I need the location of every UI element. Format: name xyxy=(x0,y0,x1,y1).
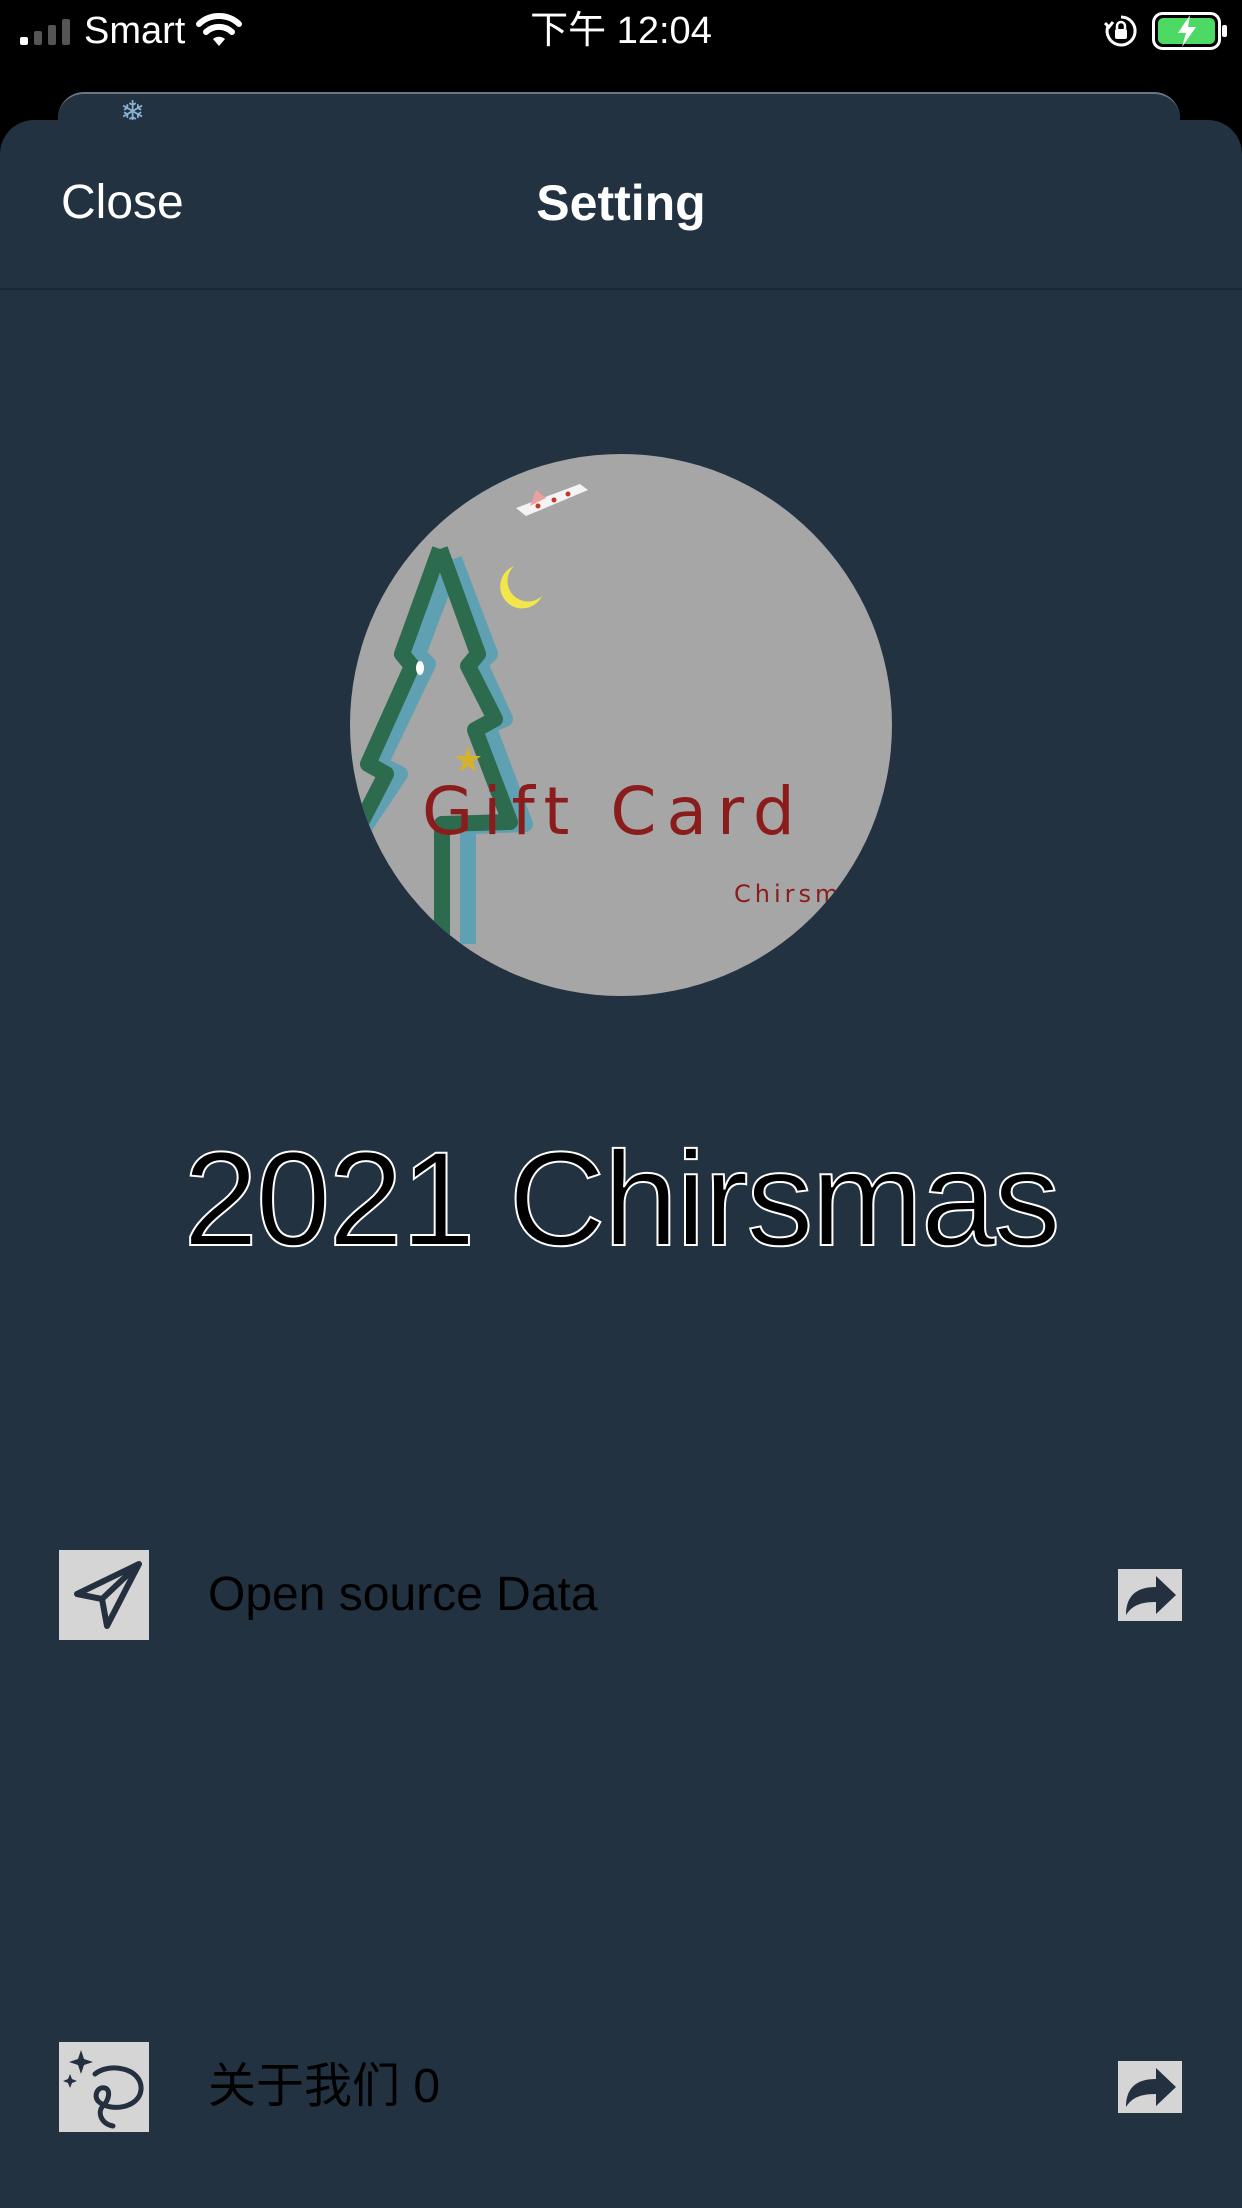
status-bar: Smart 下午 12:04 xyxy=(0,0,1242,62)
row-open-source-data[interactable]: Open source Data xyxy=(0,1550,1242,1640)
sparkle-lasso-icon xyxy=(59,2042,149,2132)
share-arrow-icon[interactable] xyxy=(1118,2061,1182,2113)
row-label: 关于我们 0 xyxy=(208,2060,441,2113)
card-title: 2021 Chirsmas xyxy=(182,1124,1061,1275)
share-arrow-icon[interactable] xyxy=(1118,1569,1182,1621)
gift-card-text: Gift Card xyxy=(422,773,805,850)
page-title: Setting xyxy=(536,175,706,231)
settings-sheet: Close Setting Gift Card Chirsm 2021 Chir… xyxy=(0,120,1242,2208)
navigation-bar: Close Setting xyxy=(0,120,1242,290)
battery-charging-icon xyxy=(1152,12,1227,50)
gift-card-subtext: Chirsm xyxy=(734,880,842,908)
orientation-lock-icon xyxy=(1104,15,1137,47)
send-icon xyxy=(59,1550,149,1640)
row-about-us[interactable]: 关于我们 0 xyxy=(0,2042,1242,2132)
row-label: Open source Data xyxy=(208,1568,598,1621)
gift-card-image: Gift Card Chirsm xyxy=(350,454,892,996)
clock-time: 下午 12:04 xyxy=(530,10,712,52)
